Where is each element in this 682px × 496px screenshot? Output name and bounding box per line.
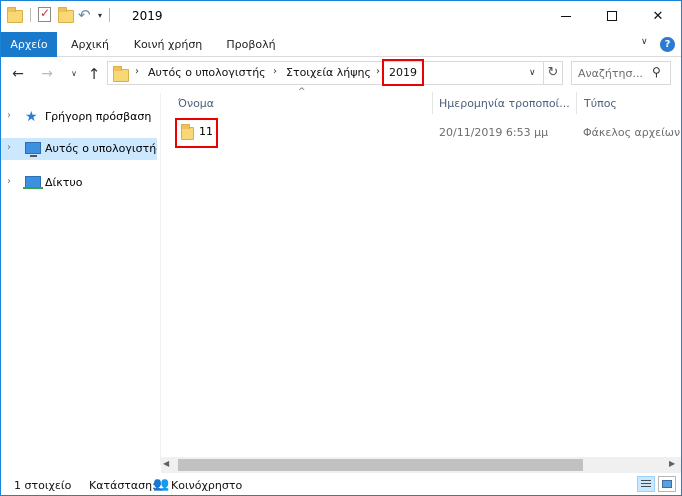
expand-chevron-icon[interactable]: ›	[7, 176, 11, 187]
nav-item-label: Δίκτυο	[45, 176, 83, 189]
address-bar[interactable]: › Αυτός ο υπολογιστής › Στοιχεία λήψης ›…	[107, 59, 563, 86]
search-box[interactable]: ⚲	[571, 61, 671, 85]
maximize-icon	[607, 11, 617, 21]
back-button[interactable]: ←	[9, 65, 27, 83]
shared-users-icon: 👥	[153, 477, 170, 492]
up-button[interactable]: ↑	[85, 65, 103, 83]
close-icon: ✕	[652, 8, 664, 24]
breadcrumb-this-pc[interactable]: Αυτός ο υπολογιστής	[148, 66, 266, 79]
column-header-type[interactable]: Τύπος	[584, 97, 617, 110]
item-count: 1 στοιχείο	[14, 479, 72, 492]
tab-home[interactable]: Αρχική	[64, 32, 116, 57]
highlight-box	[382, 59, 424, 86]
folder-icon	[7, 7, 23, 23]
title-bar: ↶ ▾ 2019 ✕	[1, 1, 681, 32]
recent-locations-chevron-icon[interactable]: ∨	[65, 65, 83, 83]
tab-view[interactable]: Προβολή	[220, 32, 282, 57]
table-row[interactable]: 11 20/11/2019 6:53 μμ Φάκελος αρχείων	[173, 118, 681, 148]
nav-item-quick-access[interactable]: › ★ Γρήγορη πρόσβαση	[1, 106, 157, 128]
navigation-pane: › ★ Γρήγορη πρόσβαση › Αυτός ο υπολογιστ…	[1, 93, 160, 465]
close-button[interactable]: ✕	[635, 1, 681, 31]
file-type: Φάκελος αρχείων	[583, 126, 681, 139]
breadcrumb-separator-icon[interactable]: ›	[273, 66, 277, 77]
tab-file[interactable]: Αρχείο	[1, 32, 57, 57]
breadcrumb-separator-icon[interactable]: ›	[135, 66, 139, 77]
network-icon	[23, 175, 43, 191]
file-date: 20/11/2019 6:53 μμ	[439, 126, 549, 139]
details-view-icon	[641, 480, 651, 481]
refresh-button[interactable]: ↻	[543, 62, 562, 84]
address-history-chevron-icon[interactable]: ∨	[529, 68, 536, 78]
quick-access-toolbar: ↶ ▾	[7, 6, 113, 23]
ribbon: Αρχείο Αρχική Κοινή χρήση Προβολή ∨ ?	[1, 32, 681, 57]
forward-button[interactable]: →	[38, 65, 56, 83]
expand-chevron-icon[interactable]: ›	[7, 142, 11, 153]
scroll-left-icon[interactable]: ◀	[163, 459, 169, 468]
window-title: 2019	[132, 9, 163, 23]
sort-ascending-icon: ^	[298, 87, 306, 97]
help-icon[interactable]: ?	[660, 37, 675, 52]
scroll-right-icon[interactable]: ▶	[669, 459, 675, 468]
large-icons-view-button[interactable]	[658, 476, 676, 492]
nav-item-label: Γρήγορη πρόσβαση	[45, 110, 152, 123]
search-icon[interactable]: ⚲	[652, 65, 661, 79]
file-list: ^ Όνομα Ημερομηνία τροποποί... Τύπος 11 …	[161, 87, 681, 457]
new-folder-icon[interactable]	[58, 7, 74, 23]
highlight-box	[175, 118, 218, 148]
undo-icon[interactable]: ↶	[78, 7, 94, 23]
folder-icon	[113, 66, 129, 82]
nav-item-label: Αυτός ο υπολογιστής	[45, 142, 157, 155]
maximize-button[interactable]	[589, 1, 635, 31]
large-icons-view-icon	[662, 480, 672, 488]
column-divider[interactable]	[576, 92, 577, 114]
details-view-button[interactable]	[637, 476, 655, 492]
minimize-icon	[561, 15, 571, 17]
properties-icon[interactable]	[38, 6, 54, 23]
breadcrumb-downloads[interactable]: Στοιχεία λήψης	[286, 66, 371, 79]
column-divider[interactable]	[432, 92, 433, 114]
tab-share[interactable]: Κοινή χρήση	[124, 32, 212, 57]
breadcrumb-separator-icon[interactable]: ›	[376, 66, 380, 77]
computer-icon	[25, 141, 41, 157]
state-value: Κοινόχρηστο	[171, 479, 243, 492]
toolbar-separator	[109, 8, 111, 22]
explorer-window: ↶ ▾ 2019 ✕ Αρχείο Αρχική Κοινή χρήση Προ…	[0, 0, 682, 496]
status-bar: 1 στοιχείο Κατάσταση: 👥 Κοινόχρηστο	[1, 473, 681, 495]
state-label: Κατάσταση:	[89, 479, 156, 492]
star-icon: ★	[25, 109, 38, 125]
search-input[interactable]	[578, 65, 652, 81]
expand-chevron-icon[interactable]: ›	[7, 110, 11, 121]
nav-item-network[interactable]: › Δίκτυο	[1, 172, 157, 194]
column-header-name[interactable]: Όνομα	[178, 97, 214, 110]
scrollbar-thumb[interactable]	[178, 459, 583, 471]
horizontal-scrollbar[interactable]: ◀ ▶	[161, 457, 681, 473]
toolbar-separator	[30, 8, 31, 22]
customize-toolbar-chevron-icon[interactable]: ▾	[98, 11, 102, 20]
column-header-date[interactable]: Ημερομηνία τροποποί...	[439, 97, 575, 110]
minimize-button[interactable]	[543, 1, 589, 31]
expand-ribbon-chevron-icon[interactable]: ∨	[641, 37, 648, 47]
nav-item-this-pc[interactable]: › Αυτός ο υπολογιστής	[1, 138, 157, 160]
